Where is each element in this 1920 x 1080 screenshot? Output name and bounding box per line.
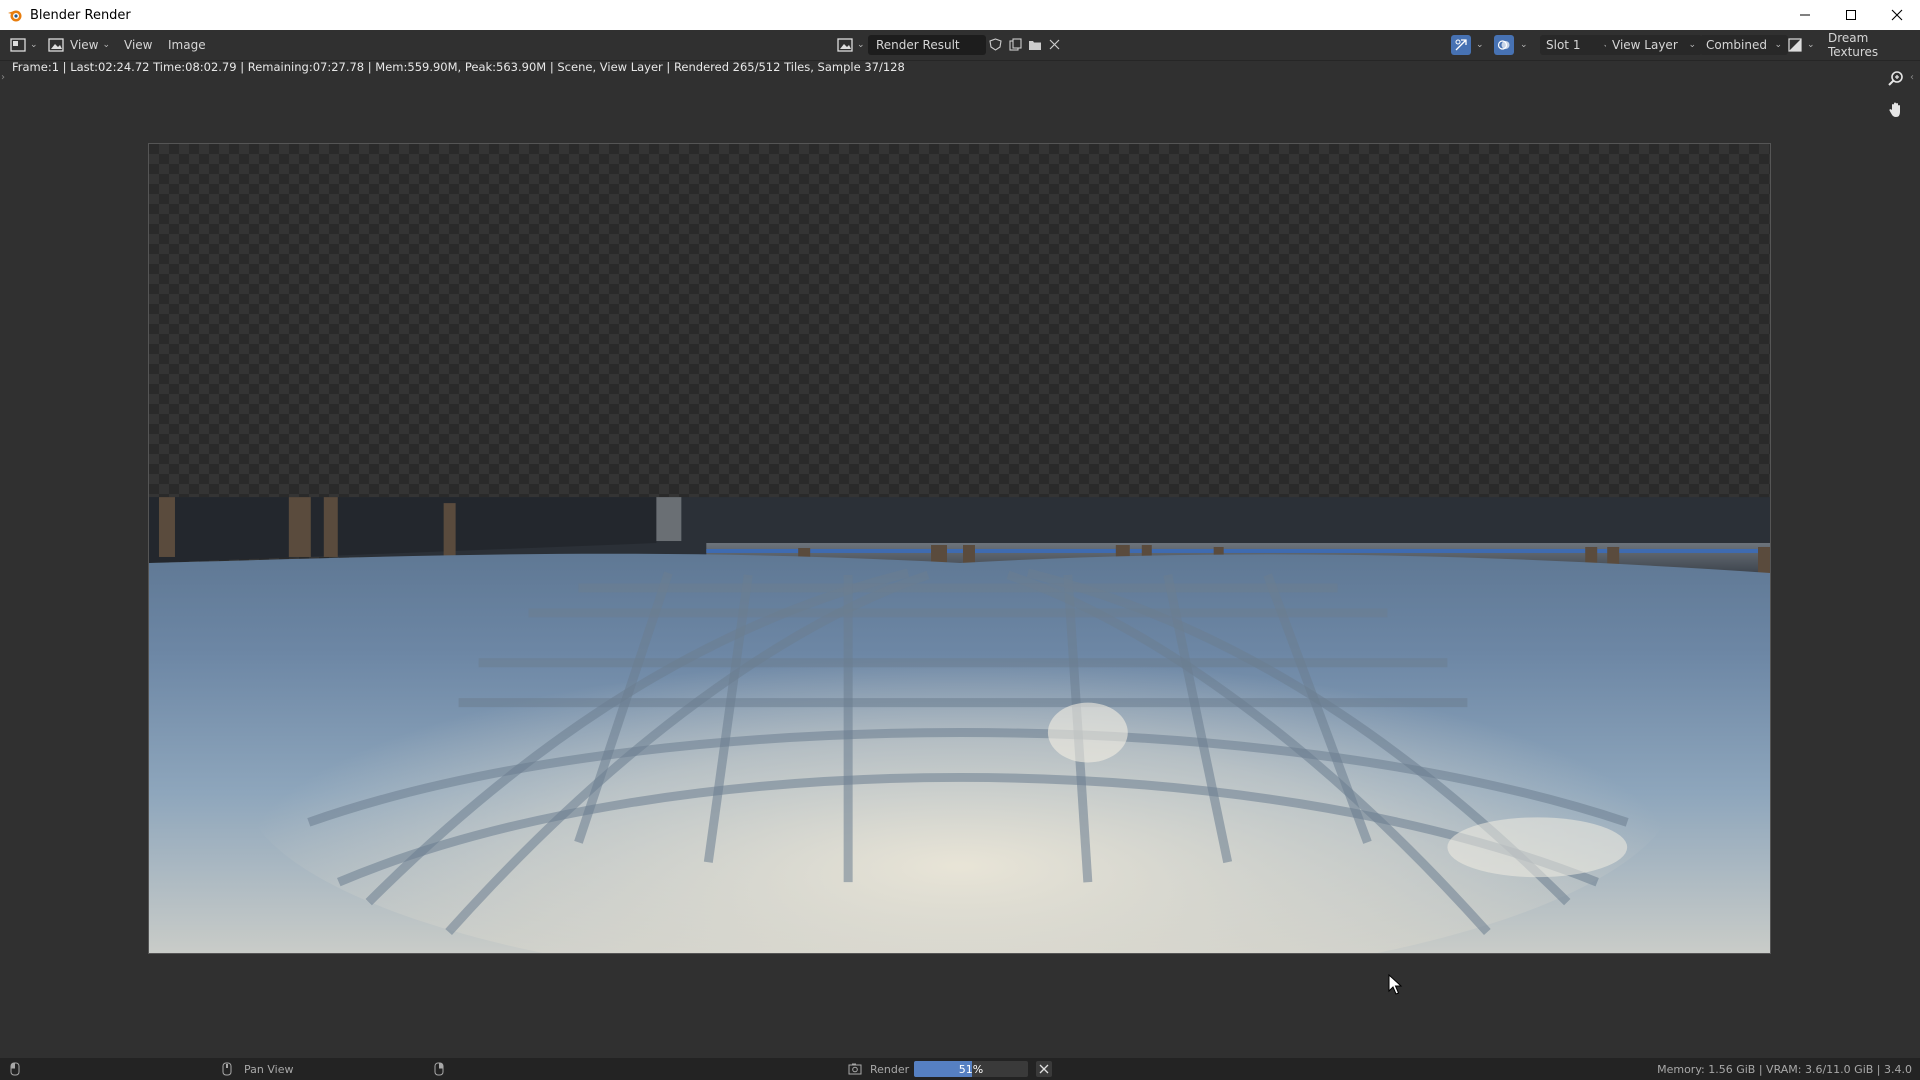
minimize-icon	[1800, 14, 1810, 16]
display-channels-icon	[1788, 38, 1802, 52]
zoom-icon	[1888, 71, 1903, 86]
image-name-field[interactable]: Render Result	[868, 35, 986, 55]
gizmo-toggle-button[interactable]	[1451, 35, 1471, 55]
render-slot-dropdown[interactable]: Slot 1 ⌄	[1540, 35, 1616, 55]
browse-image-button[interactable]: ⌄	[837, 35, 865, 55]
render-progress-text: 51%	[958, 1062, 984, 1076]
window-title-bar: Blender Render	[0, 0, 1920, 30]
close-icon	[1891, 9, 1903, 21]
left-mouse-icon	[10, 1061, 20, 1077]
blender-logo-icon	[7, 7, 23, 23]
dream-textures-button[interactable]: Dream Textures	[1828, 31, 1920, 59]
render-pass-dropdown[interactable]: Combined ⌄	[1700, 35, 1788, 55]
display-channels-dropdown[interactable]: ⌄	[1788, 35, 1815, 55]
view-mode-dropdown[interactable]: View ⌄	[48, 35, 110, 55]
chevron-down-icon: ⌄	[857, 40, 865, 50]
middle-mouse-icon	[222, 1061, 232, 1077]
mouse-cursor-icon	[1388, 974, 1403, 995]
menu-view-label: View	[124, 38, 153, 52]
view-layer-dropdown[interactable]: View Layer ⌄	[1606, 35, 1702, 55]
chevron-down-icon: ⌄	[102, 40, 111, 50]
menu-image-label: Image	[168, 38, 206, 52]
menu-image[interactable]: Image	[168, 35, 206, 55]
menu-view[interactable]: View	[124, 35, 152, 55]
image-icon	[48, 38, 64, 52]
image-name: Render Result	[876, 38, 960, 52]
close-icon	[1039, 1064, 1049, 1074]
window-title: Blender Render	[30, 7, 131, 23]
minimize-button[interactable]	[1782, 0, 1828, 30]
cancel-render-button[interactable]	[1036, 1061, 1052, 1077]
duplicate-icon	[1008, 37, 1022, 51]
render-job-icon	[848, 1061, 862, 1077]
maximize-icon	[1846, 10, 1856, 20]
dream-textures-label: Dream Textures	[1828, 31, 1879, 59]
shield-icon	[988, 37, 1002, 51]
browse-image-icon	[837, 38, 853, 52]
folder-icon	[1029, 40, 1041, 50]
render-result-image	[149, 497, 1770, 953]
image-editor-icon	[10, 38, 26, 52]
new-image-button[interactable]	[1006, 35, 1024, 53]
status-bar: Pan View Render 51% Memory: 1.56 GiB | V…	[0, 1058, 1920, 1080]
right-mouse-icon	[434, 1061, 444, 1077]
overlay-icon	[1497, 40, 1510, 50]
sidebar-toggle-arrow[interactable]: ‹	[1910, 72, 1914, 83]
toolbar-toggle-arrow[interactable]: ›	[1, 72, 5, 83]
chevron-down-icon: ⌄	[30, 40, 38, 50]
render-progress-bar: 51%	[914, 1061, 1028, 1077]
chevron-down-icon[interactable]: ⌄	[1476, 35, 1484, 55]
render-pass-label: Combined	[1706, 38, 1767, 52]
chevron-down-icon[interactable]: ⌄	[1520, 35, 1528, 55]
open-image-button[interactable]	[1026, 35, 1044, 53]
close-button[interactable]	[1874, 0, 1920, 30]
chevron-down-icon: ⌄	[1688, 40, 1696, 50]
hand-icon	[1889, 102, 1900, 117]
zoom-button[interactable]	[1884, 67, 1908, 91]
view-mode-label: View	[70, 38, 99, 52]
render-canvas[interactable]	[148, 143, 1771, 954]
unlink-image-button[interactable]	[1045, 35, 1063, 53]
render-info-text: Frame:1 | Last:02:24.72 Time:08:02.79 | …	[12, 60, 905, 74]
render-slot-label: Slot 1	[1546, 38, 1581, 52]
view-layer-label: View Layer	[1612, 38, 1678, 52]
editor-type-selector[interactable]: ⌄	[10, 35, 40, 55]
memory-info: Memory: 1.56 GiB | VRAM: 3.6/11.0 GiB | …	[1657, 1062, 1912, 1076]
close-icon	[1049, 39, 1059, 49]
gizmo-icon	[1455, 39, 1467, 51]
image-editor-header: ⌄ View ⌄ View Image ⌄ Render Result ⌄ ⌄ …	[0, 30, 1920, 61]
render-job-label: Render	[870, 1062, 910, 1076]
overlay-toggle-button[interactable]	[1494, 35, 1514, 55]
pan-button[interactable]	[1884, 98, 1908, 122]
fake-user-button[interactable]	[986, 35, 1004, 53]
maximize-button[interactable]	[1828, 0, 1874, 30]
pan-view-hint: Pan View	[244, 1062, 294, 1076]
chevron-down-icon: ⌄	[1807, 40, 1815, 50]
chevron-down-icon: ⌄	[1774, 40, 1782, 50]
